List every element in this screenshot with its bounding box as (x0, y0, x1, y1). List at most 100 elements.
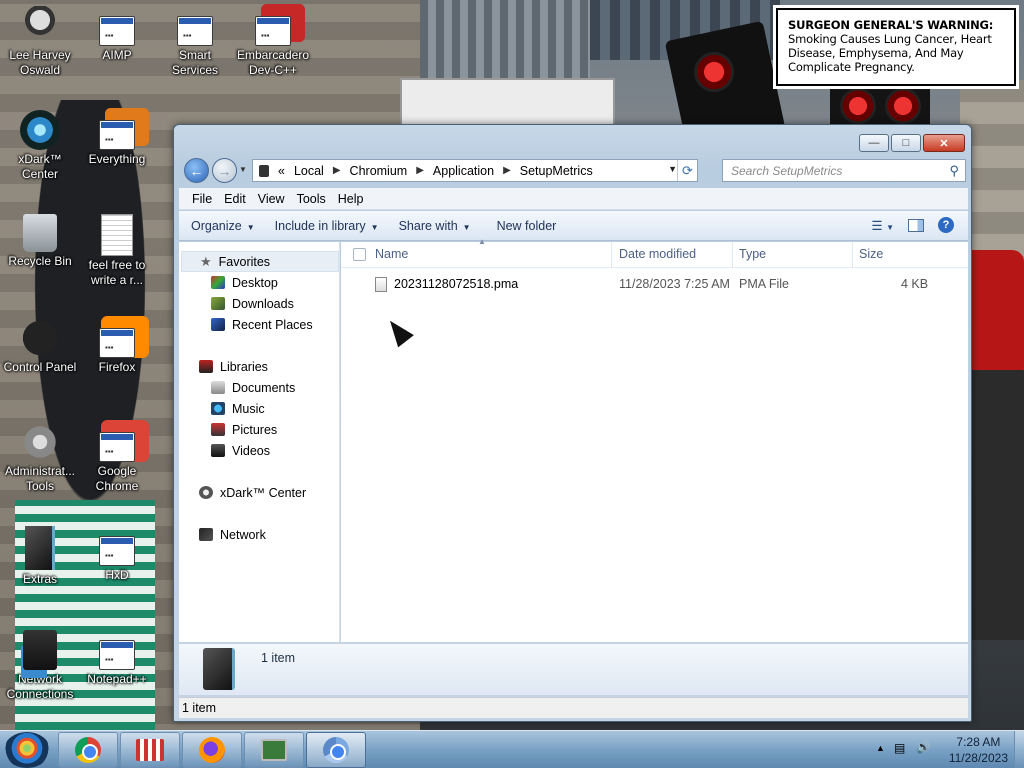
desktop-icon-label: AIMP (102, 48, 132, 62)
network-icon (23, 630, 57, 670)
column-name[interactable]: Name (375, 247, 408, 261)
column-divider[interactable] (852, 242, 853, 268)
column-type[interactable]: Type (739, 247, 766, 261)
breadcrumb-separator-icon[interactable]: ▶ (333, 165, 341, 176)
menu-view[interactable]: View (253, 192, 292, 206)
wallpaper-monitor (400, 78, 615, 130)
app-icon (99, 328, 135, 358)
desktop-icon-smart-services[interactable]: Smart Services (155, 6, 235, 78)
breadcrumb-application[interactable]: Application (433, 164, 494, 178)
nav-favorites[interactable]: ★ Favorites (181, 251, 339, 272)
desktop-icon-notepad-plus-plus[interactable]: Notepad++ (77, 630, 157, 687)
volume-muted-icon[interactable]: 🔊 (916, 740, 931, 754)
control-panel-icon (20, 318, 60, 358)
breadcrumb-chromium[interactable]: Chromium (350, 164, 408, 178)
search-input[interactable]: Search SetupMetrics ⚲ (722, 159, 966, 182)
file-date: 11/28/2023 7:25 AM (619, 277, 730, 291)
minimize-button[interactable]: — (859, 134, 889, 152)
desktop-icon-label: Notepad++ (87, 672, 147, 686)
menu-tools[interactable]: Tools (292, 192, 333, 206)
desktop-icon-firefox[interactable]: Firefox (77, 318, 157, 375)
nav-desktop[interactable]: Desktop (211, 272, 278, 293)
desktop-icon-recycle-bin[interactable]: Recycle Bin (0, 214, 80, 269)
nav-recent-places-label: Recent Places (232, 317, 313, 332)
address-bar[interactable]: « Local ▶ Chromium ▶ Application ▶ Setup… (252, 159, 698, 182)
network-status-icon[interactable]: ▤ (894, 741, 905, 755)
show-desktop-button[interactable] (1014, 731, 1024, 768)
system-tray: ▲ ▤ 🔊 7:28 AM 11/28/2023 (864, 731, 1024, 768)
file-row[interactable]: 20231128072518.pma 11/28/2023 7:25 AM PM… (341, 275, 968, 295)
desktop-icon-label: Tools (25, 479, 54, 493)
menu-help[interactable]: Help (333, 192, 371, 206)
organize-button[interactable]: Organize ▼ (179, 219, 263, 233)
nav-documents[interactable]: Documents (211, 377, 295, 398)
breadcrumb-separator-icon[interactable]: ▶ (416, 165, 424, 176)
desktop-icon-administrative-tools[interactable]: Administrat... Tools (0, 422, 80, 494)
taskbar-chrome[interactable] (58, 732, 118, 768)
nav-network[interactable]: Network (199, 524, 266, 545)
nav-documents-label: Documents (232, 380, 296, 395)
share-with-button[interactable]: Share with ▼ (387, 219, 479, 233)
recent-pages-dropdown-icon[interactable]: ▼ (239, 165, 247, 174)
select-all-checkbox[interactable] (353, 248, 366, 261)
desktop-icon-hxd[interactable]: HxD (77, 526, 157, 583)
taskbar: ▲ ▤ 🔊 7:28 AM 11/28/2023 (0, 730, 1024, 768)
desktop-icon-google-chrome[interactable]: Google Chrome (77, 422, 157, 494)
start-button[interactable] (4, 732, 50, 768)
desktop-icon-label: Connections (6, 687, 74, 701)
file-list[interactable]: Name ▲ Date modified Type Size 202311280… (341, 237, 968, 642)
back-button[interactable]: ← (184, 158, 209, 183)
taskbar-explorer[interactable] (306, 732, 366, 768)
address-dropdown-icon[interactable]: ▼ (668, 164, 677, 174)
desktop-icon-label: Extras (22, 572, 57, 586)
taskbar-firefox[interactable] (182, 732, 242, 768)
search-icon[interactable]: ⚲ (949, 163, 959, 179)
nav-libraries[interactable]: Libraries (199, 356, 268, 377)
breadcrumb-local[interactable]: Local (294, 164, 324, 178)
preview-pane-icon[interactable] (908, 218, 924, 232)
nav-recent-places[interactable]: Recent Places (211, 314, 313, 335)
desktop-icon-xdark-center[interactable]: xDark™ Center (0, 110, 80, 182)
breadcrumb-separator-icon[interactable]: ▶ (503, 165, 511, 176)
clock[interactable]: 7:28 AM 11/28/2023 (949, 734, 1008, 766)
column-divider[interactable] (611, 242, 612, 268)
close-button[interactable]: ✕ (923, 134, 965, 152)
address-overflow[interactable]: « (278, 164, 285, 178)
forward-button[interactable]: → (212, 158, 237, 183)
desktop-icon-label: Network (17, 672, 62, 686)
taskbar-store[interactable] (120, 732, 180, 768)
file-size: 4 KB (901, 277, 929, 291)
desktop-icon-extras[interactable]: Extras (0, 526, 80, 587)
column-divider[interactable] (732, 242, 733, 268)
maximize-button[interactable]: □ (891, 134, 921, 152)
menu-file[interactable]: File (187, 192, 219, 206)
nav-music[interactable]: Music (211, 398, 265, 419)
help-icon[interactable]: ? (938, 217, 954, 233)
nav-libraries-label: Libraries (220, 359, 268, 374)
nav-pictures[interactable]: Pictures (211, 419, 277, 440)
change-view-icon[interactable]: ☰ ▼ (871, 218, 894, 233)
desktop-icon-embarcadero[interactable]: Embarcadero Dev-C++ (233, 6, 313, 78)
desktop-icon-everything[interactable]: Everything (77, 110, 157, 167)
menu-edit[interactable]: Edit (219, 192, 253, 206)
desktop-icon-aimp[interactable]: AIMP (77, 6, 157, 63)
desktop-icon-control-panel[interactable]: Control Panel (0, 318, 80, 375)
explorer-window[interactable]: — □ ✕ ← → ▼ « Local ▶ Chromium ▶ Applica… (173, 124, 972, 722)
taskbar-system-tool[interactable] (244, 732, 304, 768)
nav-videos[interactable]: Videos (211, 440, 270, 461)
desktop-icon-network-connections[interactable]: Network Connections (0, 630, 80, 702)
nav-xdark-center-label: xDark™ Center (220, 485, 307, 500)
column-date-modified[interactable]: Date modified (619, 247, 696, 261)
desktop-icon-lee-harvey-oswald[interactable]: Lee Harvey Oswald (0, 6, 80, 78)
new-folder-button[interactable]: New folder (479, 219, 565, 233)
desktop-icon-text-document[interactable]: feel free to write a r... (77, 214, 157, 288)
nav-xdark-center[interactable]: xDark™ Center (199, 482, 306, 503)
nav-downloads[interactable]: Downloads (211, 293, 294, 314)
include-in-library-button[interactable]: Include in library ▼ (263, 219, 387, 233)
desktop-icon-label: Control Panel (3, 360, 77, 374)
refresh-button[interactable]: ⟳ (677, 160, 697, 181)
breadcrumb-setupmetrics[interactable]: SetupMetrics (520, 164, 593, 178)
desktop-icon-label: Lee Harvey (9, 48, 71, 62)
column-size[interactable]: Size (859, 247, 883, 261)
tray-expand-icon[interactable]: ▲ (876, 743, 885, 753)
